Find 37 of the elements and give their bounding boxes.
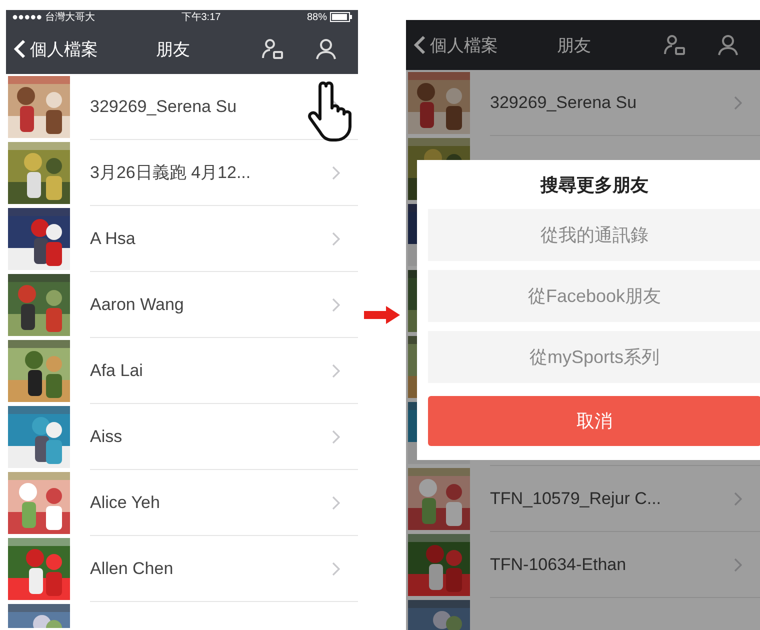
friend-name: Allen Chen [90,558,174,578]
battery-icon [330,12,352,22]
search-person-icon[interactable] [716,33,740,57]
right-arrow-icon [364,306,400,324]
screen-title: 朋友 [155,38,191,60]
friend-name: TFN-10634-Ethan [490,554,628,574]
friend-row[interactable]: Afa Lai [6,338,358,404]
back-chevron-icon [14,39,26,59]
battery-percent: 88% [306,12,327,22]
friend-name: TFN_10579_Rejur C... [490,488,662,508]
back-button[interactable]: 個人檔案 [14,38,98,60]
back-chevron-icon [414,35,426,55]
add-person-icon[interactable] [662,33,686,57]
dialog-title: 搜尋更多朋友 [539,174,650,197]
friend-name: 3月26日義跑 4月12... [90,162,252,184]
friend-name: Aiss [90,426,124,446]
back-button[interactable]: 個人檔案 [414,34,498,56]
friend-name: A Hsa [90,228,136,248]
friend-name: Alice Yeh [90,492,161,512]
friend-row[interactable]: Alice Yeh [6,470,358,536]
carrier-text: ●●●●● 台灣大哥大 [12,10,95,24]
friend-row[interactable]: TFN_10579_Rejur C... [406,466,760,532]
friend-row[interactable]: TFN-10634-Ethan [406,532,760,598]
friend-name: Aaron Wang [90,294,185,314]
friend-row[interactable]: A Hsa [6,206,358,272]
friend-row[interactable]: Allen Chen [6,536,358,602]
screen-title: 朋友 [556,34,592,56]
friend-row[interactable]: Aaron Wang [6,272,358,338]
clock-text: 下午3:17 [181,11,221,24]
friend-row[interactable]: 3月26日義跑 4月12... [6,140,358,206]
friend-name: Afa Lai [90,360,144,380]
friend-name: 329269_Serena Su [490,92,638,112]
friend-name: 329269_Serena Su [90,96,238,116]
friend-row[interactable]: Aiss [6,404,358,470]
friend-row[interactable]: 329269_Serena Su [406,70,760,136]
add-person-icon[interactable] [260,37,284,61]
search-person-icon[interactable] [314,37,338,61]
